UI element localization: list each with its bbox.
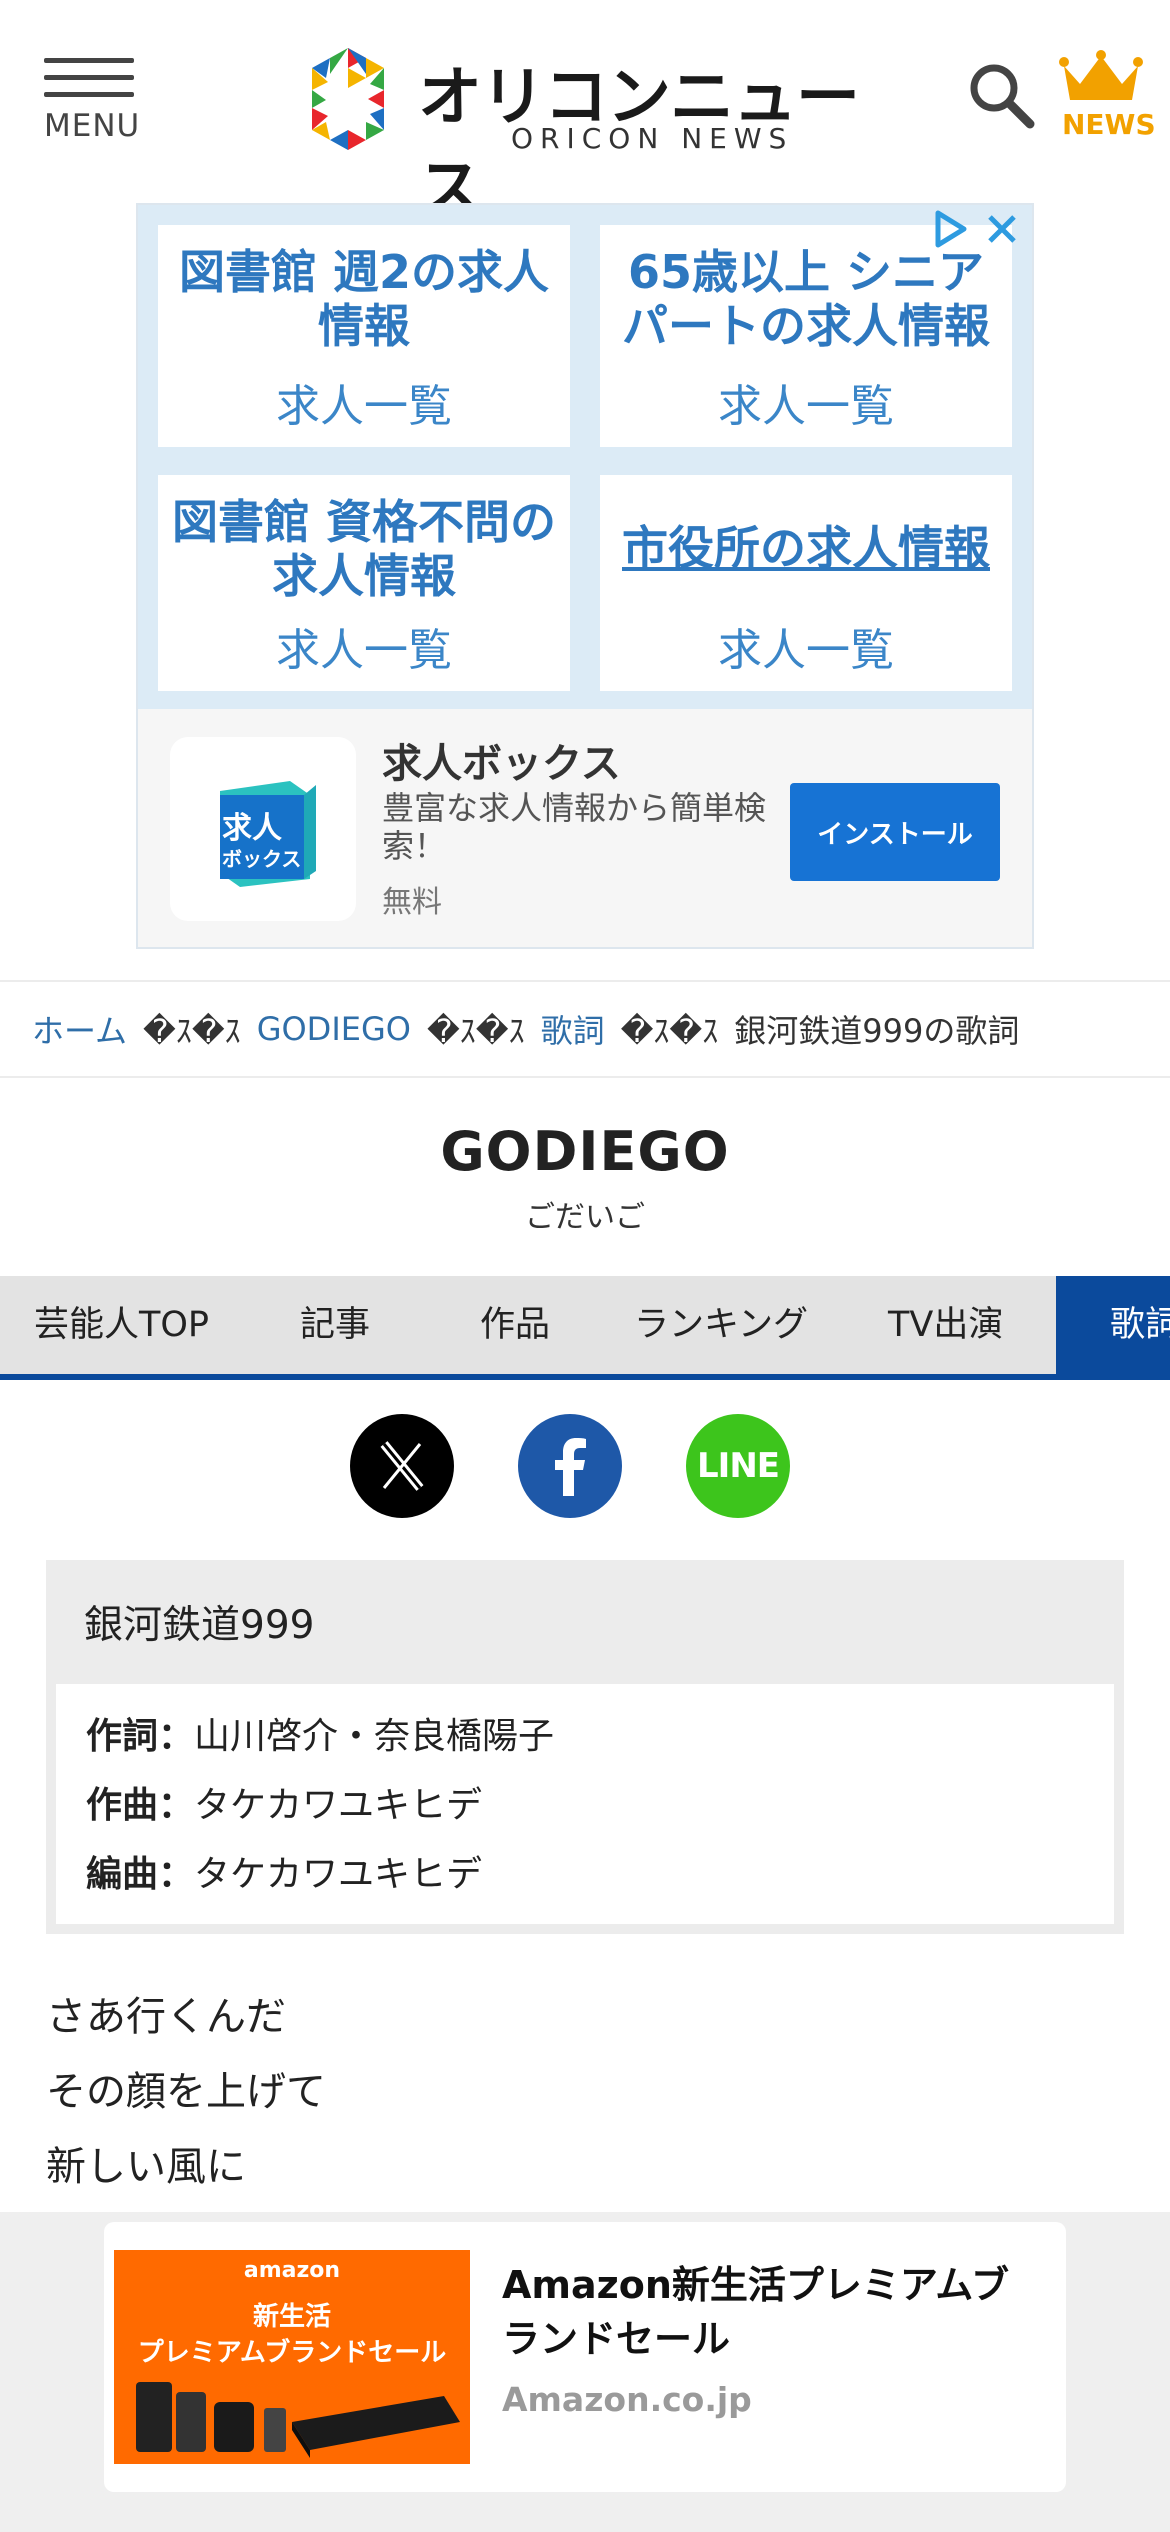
credit-value: 山川啓介・奈良橋陽子 <box>194 1716 555 1757</box>
breadcrumb-current: 銀河鉄道999の歌詞 <box>734 1012 1020 1050</box>
search-icon <box>970 64 1035 129</box>
credit-row: 作曲：タケカワユキヒデ <box>86 1771 1114 1840</box>
menu-label: MENU <box>44 108 141 144</box>
credit-label: 編曲： <box>86 1854 195 1895</box>
banner-text: 新生活 <box>252 2302 331 2332</box>
tab-celebrity-top[interactable]: 芸能人TOP <box>34 1276 209 1374</box>
ad-link-cell[interactable]: 市役所の求人情報 求人一覧 <box>600 475 1012 691</box>
job-ad-banner: 図書館 週2の求人情報 求人一覧 65歳以上 シニアパートの求人情報 求人一覧 … <box>136 203 1034 949</box>
logo-english-text: ORICON NEWS <box>511 122 794 155</box>
app-description: 豊富な求人情報から簡単検索！ <box>382 789 767 865</box>
credit-label: 作詞： <box>86 1716 195 1757</box>
tab-articles[interactable]: 記事 <box>300 1276 370 1374</box>
tab-ranking[interactable]: ランキング <box>634 1276 808 1374</box>
hamburger-icon-bar <box>44 92 134 97</box>
x-logo-icon <box>380 1441 424 1491</box>
ad-link-subtitle: 求人一覧 <box>718 381 894 432</box>
share-x-button[interactable] <box>350 1414 454 1518</box>
news-ranking-button[interactable]: NEWS <box>1058 50 1156 150</box>
credit-value: タケカワユキヒデ <box>194 1785 483 1826</box>
bottom-ad-area: amazon 新生活 プレミアムブランドセール Amazon新生活プレミアムブラ… <box>0 2212 1170 2532</box>
tab-tv-appearances[interactable]: TV出演 <box>888 1276 1003 1374</box>
song-credits: 作詞：山川啓介・奈良橋陽子 作曲：タケカワユキヒデ 編曲：タケカワユキヒデ <box>56 1684 1114 1924</box>
amazon-logo: amazon <box>243 2258 341 2283</box>
hamburger-icon <box>44 58 134 63</box>
ad-link-title: 市役所の求人情報 <box>622 521 990 575</box>
app-price: 無料 <box>382 885 442 920</box>
breadcrumb-home-link[interactable]: ホーム <box>32 1006 127 1052</box>
credit-row: 編曲：タケカワユキヒデ <box>86 1840 1114 1909</box>
menu-button[interactable]: MENU <box>44 58 139 148</box>
breadcrumb-separator: �ｽ�ｽ <box>426 1012 525 1050</box>
lyric-line: その顔を上げて <box>46 2069 326 2115</box>
tab-works[interactable]: 作品 <box>480 1276 550 1374</box>
song-info-box: 銀河鉄道999 作詞：山川啓介・奈良橋陽子 作曲：タケカワユキヒデ 編曲：タケカ… <box>46 1560 1124 1934</box>
ad-link-subtitle: 求人一覧 <box>718 625 894 676</box>
product-image-icon <box>136 2382 460 2458</box>
crown-icon <box>1059 50 1143 100</box>
search-button[interactable] <box>966 60 1036 130</box>
app-icon-text: 求人 <box>222 811 282 846</box>
ad-link-subtitle: 求人一覧 <box>276 381 452 432</box>
site-header: MENU オリコンニュース ORICON NEWS NEWS <box>0 0 1170 227</box>
breadcrumb-separator: �ｽ�ｽ <box>143 1012 241 1050</box>
artist-name: GODIEGO <box>440 1120 730 1183</box>
ad-choices[interactable] <box>918 207 1028 251</box>
ad-link-title: 図書館 資格不問の求人情報 <box>171 495 556 603</box>
ad-link-cell[interactable]: 図書館 資格不問の求人情報 求人一覧 <box>158 475 570 691</box>
artist-kana: ごだいご <box>525 1200 645 1235</box>
app-install-ad[interactable]: 求人 ボックス 求人ボックス 豊富な求人情報から簡単検索！ 無料 インストール <box>138 709 1032 947</box>
breadcrumb-separator: �ｽ�ｽ <box>620 1012 719 1050</box>
share-line-button[interactable]: LINE <box>686 1414 790 1518</box>
share-facebook-button[interactable] <box>518 1414 622 1518</box>
ad-link-cell[interactable]: 図書館 週2の求人情報 求人一覧 <box>158 225 570 447</box>
credit-row: 作詞：山川啓介・奈良橋陽子 <box>86 1702 1114 1771</box>
adchoices-icon[interactable] <box>928 207 972 251</box>
lyric-line: さあ行くんだ <box>46 1994 286 2040</box>
facebook-icon <box>555 1438 586 1496</box>
close-ad-icon[interactable] <box>980 207 1024 251</box>
ad-headline: Amazon新生活プレミアムブランドセール <box>502 2263 1009 2361</box>
oricon-logo-icon <box>312 48 384 150</box>
song-title: 銀河鉄道999 <box>84 1603 315 1648</box>
ad-link-grid: 図書館 週2の求人情報 求人一覧 65歳以上 シニアパートの求人情報 求人一覧 … <box>138 205 1032 709</box>
amazon-ad-card[interactable]: amazon 新生活 プレミアムブランドセール Amazon新生活プレミアムブラ… <box>104 2222 1066 2492</box>
lyrics-body: さあ行くんだ その顔を上げて 新しい風に <box>46 1980 326 2205</box>
oricon-news-logo[interactable]: オリコンニュース ORICON NEWS <box>296 42 876 227</box>
hamburger-icon-bar <box>44 75 134 80</box>
artist-tab-bar: 芸能人TOP 記事 作品 ランキング TV出演 歌詞 <box>0 1276 1170 1380</box>
app-name: 求人ボックス <box>382 741 621 787</box>
credit-value: タケカワユキヒデ <box>194 1854 483 1895</box>
install-button[interactable]: インストール <box>790 783 1000 881</box>
breadcrumb-lyrics-link[interactable]: 歌詞 <box>541 1006 605 1052</box>
ad-link-subtitle: 求人一覧 <box>276 625 452 676</box>
breadcrumb: ホーム �ｽ�ｽ GODIEGO �ｽ�ｽ 歌詞 �ｽ�ｽ 銀河鉄道999の歌詞 <box>0 980 1170 1078</box>
breadcrumb-artist-link[interactable]: GODIEGO <box>257 1010 411 1048</box>
tab-lyrics[interactable]: 歌詞 <box>1056 1276 1170 1374</box>
ad-banner-image: amazon 新生活 プレミアムブランドセール <box>114 2250 470 2464</box>
news-label: NEWS <box>1062 108 1156 141</box>
ad-link-cell[interactable]: 65歳以上 シニアパートの求人情報 求人一覧 <box>600 225 1012 447</box>
lyric-line: 新しい風に <box>46 2144 246 2190</box>
app-icon-text: ボックス <box>222 847 302 871</box>
app-icon: 求人 ボックス <box>170 737 356 921</box>
credit-label: 作曲： <box>86 1785 195 1826</box>
ad-link-title: 図書館 週2の求人情報 <box>178 245 550 353</box>
ad-domain: Amazon.co.jp <box>502 2380 752 2419</box>
